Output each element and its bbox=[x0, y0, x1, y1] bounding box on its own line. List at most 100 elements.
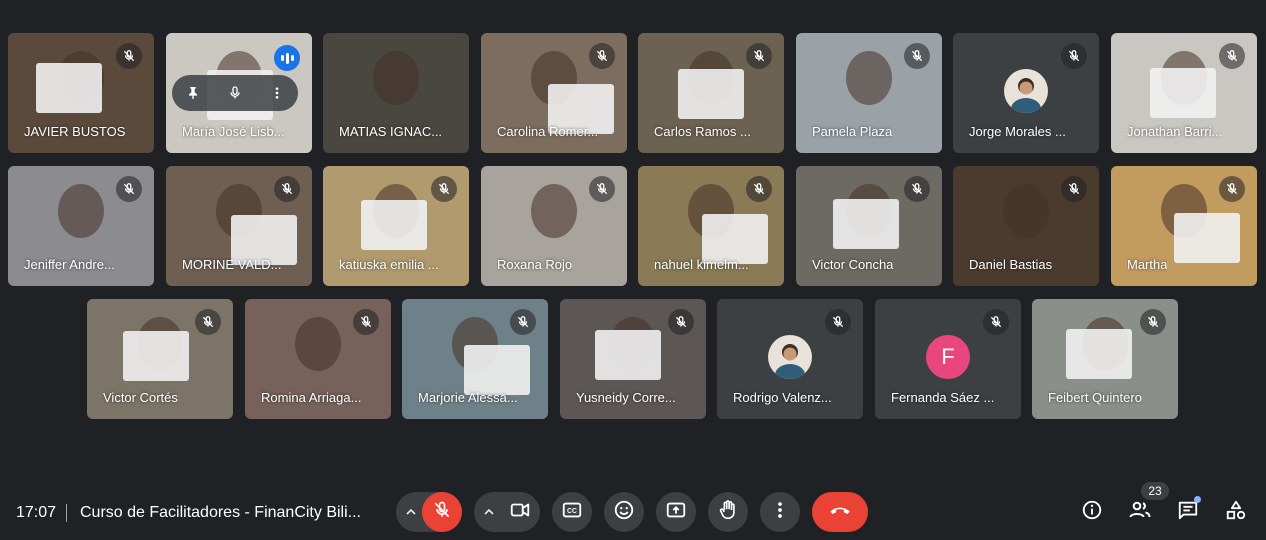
leave-call-button[interactable] bbox=[812, 492, 868, 532]
shapes-icon bbox=[1225, 499, 1247, 526]
mic-off-icon bbox=[668, 309, 694, 335]
participant-name: Pamela Plaza bbox=[812, 124, 893, 139]
participant-tile[interactable]: Carlos Ramos ... bbox=[638, 33, 784, 153]
mic-off-icon bbox=[746, 176, 772, 202]
participant-tile[interactable]: Carolina Romer... bbox=[481, 33, 627, 153]
held-paper bbox=[1174, 213, 1240, 263]
participant-tile[interactable]: Victor Concha bbox=[796, 166, 942, 286]
more-options-button[interactable] bbox=[760, 492, 800, 532]
participant-name: nahuel kimelm... bbox=[654, 257, 749, 272]
held-paper bbox=[361, 200, 427, 250]
mic-off-icon bbox=[432, 500, 452, 525]
activities-button[interactable] bbox=[1220, 496, 1252, 528]
mic-off-icon bbox=[1219, 43, 1245, 69]
participant-name: MATIAS IGNAC... bbox=[339, 124, 443, 139]
raise-hand-button[interactable] bbox=[708, 492, 748, 532]
held-paper bbox=[36, 63, 102, 113]
people-button[interactable] bbox=[1124, 496, 1156, 528]
participant-tile[interactable]: Martha bbox=[1111, 166, 1257, 286]
mic-toggle-button[interactable] bbox=[422, 492, 462, 532]
chat-unread-dot bbox=[1194, 496, 1201, 503]
mic-off-icon bbox=[904, 43, 930, 69]
held-paper bbox=[595, 330, 661, 380]
participant-name: Jorge Morales ... bbox=[969, 124, 1066, 139]
hand-icon bbox=[717, 499, 739, 526]
pin-icon[interactable] bbox=[178, 78, 208, 108]
participant-tile[interactable]: Victor Cortés bbox=[87, 299, 233, 419]
captions-button[interactable]: CC bbox=[552, 492, 592, 532]
mic-off-icon bbox=[1061, 43, 1087, 69]
meet-stage: JAVIER BUSTOS María José Lisb... MATIAS IG… bbox=[0, 0, 1266, 540]
participant-tile[interactable]: F Fernanda Sáez ... bbox=[875, 299, 1021, 419]
speaking-indicator-icon bbox=[274, 45, 300, 71]
participant-tile[interactable]: MORINE VALD... bbox=[166, 166, 312, 286]
held-paper bbox=[123, 331, 189, 381]
held-paper bbox=[1066, 329, 1132, 379]
participant-tile[interactable]: Feibert Quintero bbox=[1032, 299, 1178, 419]
mic-options-caret[interactable] bbox=[398, 492, 424, 532]
participant-tile[interactable]: Marjorie Alessa... bbox=[402, 299, 548, 419]
participant-name: Jonathan Barri... bbox=[1127, 124, 1223, 139]
closed-caption-icon: CC bbox=[561, 499, 583, 526]
videocam-icon bbox=[509, 499, 531, 526]
participant-tile[interactable]: Roxana Rojo bbox=[481, 166, 627, 286]
participant-tile[interactable]: Jeniffer Andre... bbox=[8, 166, 154, 286]
mic-off-icon bbox=[274, 176, 300, 202]
camera-toggle-button[interactable] bbox=[500, 492, 540, 532]
tile-more-icon[interactable] bbox=[262, 78, 292, 108]
mic-off-icon bbox=[1219, 176, 1245, 202]
participant-tile[interactable]: katiuska emilia ... bbox=[323, 166, 469, 286]
participant-tile[interactable]: JAVIER BUSTOS bbox=[8, 33, 154, 153]
participant-name: María José Lisb... bbox=[182, 124, 285, 139]
held-paper bbox=[833, 199, 899, 249]
participant-name: katiuska emilia ... bbox=[339, 257, 439, 272]
present-button[interactable] bbox=[656, 492, 696, 532]
avatar bbox=[768, 335, 812, 379]
mic-off-icon bbox=[116, 43, 142, 69]
participant-tile[interactable]: Yusneidy Corre... bbox=[560, 299, 706, 419]
participant-tile[interactable]: Jonathan Barri... bbox=[1111, 33, 1257, 153]
meeting-details-button[interactable] bbox=[1076, 496, 1108, 528]
more-vert-icon bbox=[769, 499, 791, 526]
mute-participant-icon[interactable] bbox=[220, 78, 250, 108]
participant-name: Carlos Ramos ... bbox=[654, 124, 751, 139]
mic-off-icon bbox=[904, 176, 930, 202]
call-end-icon bbox=[827, 497, 853, 528]
participant-name: Rodrigo Valenz... bbox=[733, 390, 832, 405]
avatar bbox=[1004, 69, 1048, 113]
participant-name: Daniel Bastias bbox=[969, 257, 1053, 272]
participant-name: Victor Cortés bbox=[103, 390, 178, 405]
mic-off-icon bbox=[353, 309, 379, 335]
held-paper bbox=[464, 345, 530, 395]
clock: 17:07 bbox=[16, 504, 57, 521]
participant-name: Martha bbox=[1127, 257, 1168, 272]
people-icon bbox=[1128, 498, 1152, 527]
participant-tile[interactable]: María José Lisb... bbox=[166, 33, 312, 153]
participant-name: Jeniffer Andre... bbox=[24, 257, 115, 272]
emoji-icon bbox=[613, 499, 635, 526]
participant-name: JAVIER BUSTOS bbox=[24, 124, 126, 139]
reactions-button[interactable] bbox=[604, 492, 644, 532]
participant-tile[interactable]: nahuel kimelm... bbox=[638, 166, 784, 286]
participant-tile[interactable]: Jorge Morales ... bbox=[953, 33, 1099, 153]
meeting-title: Curso de Facilitadores - FinanCity Bili.… bbox=[80, 504, 361, 521]
participant-name: Victor Concha bbox=[812, 257, 894, 272]
mic-off-icon bbox=[510, 309, 536, 335]
divider bbox=[66, 504, 67, 522]
participant-tile[interactable]: Pamela Plaza bbox=[796, 33, 942, 153]
participant-tile[interactable]: Romina Arriaga... bbox=[245, 299, 391, 419]
mic-off-icon bbox=[195, 309, 221, 335]
participant-tile[interactable]: MATIAS IGNAC... bbox=[323, 33, 469, 153]
mic-off-icon bbox=[825, 309, 851, 335]
mic-off-icon bbox=[589, 43, 615, 69]
held-paper bbox=[1150, 68, 1216, 118]
participant-name: Carolina Romer... bbox=[497, 124, 599, 139]
present-screen-icon bbox=[665, 499, 687, 526]
tile-hover-controls bbox=[172, 75, 298, 111]
participant-tile[interactable]: Daniel Bastias bbox=[953, 166, 1099, 286]
bottom-control-bar: 17:07 Curso de Facilitadores - FinanCity… bbox=[0, 482, 1266, 540]
avatar: F bbox=[926, 335, 970, 379]
camera-options-caret[interactable] bbox=[476, 492, 502, 532]
participant-name: MORINE VALD... bbox=[182, 257, 282, 272]
participant-tile[interactable]: Rodrigo Valenz... bbox=[717, 299, 863, 419]
